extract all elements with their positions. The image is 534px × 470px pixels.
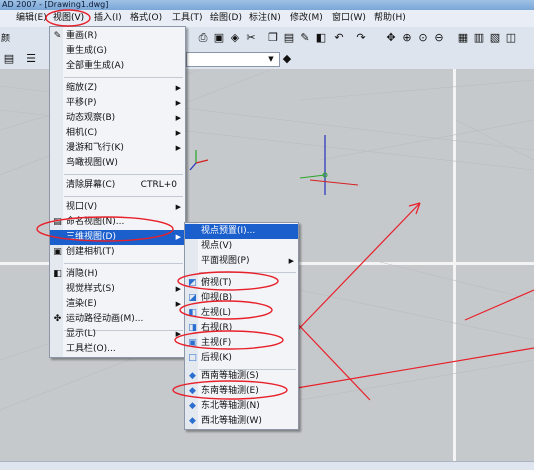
menu-item-back[interactable]: □ 后视(K) — [185, 351, 298, 366]
named-views-icon: ▤ — [53, 217, 62, 227]
left-view-icon: ◧ — [188, 308, 197, 318]
submenu-arrow-icon: ▶ — [288, 257, 294, 265]
menu-item-clean-screen[interactable]: 清除屏幕(C) CTRL+0 — [50, 178, 185, 193]
submenu-arrow-icon: ▶ — [175, 300, 181, 308]
menu-separator — [199, 272, 296, 273]
camera-icon: ▣ — [53, 247, 62, 257]
view-menu: ✎ 重画(R) 重生成(G) 全部重生成(A) 缩放(Z) ▶ 平移(P) ▶ 动态… — [49, 26, 186, 358]
menu-separator — [64, 174, 183, 175]
submenu-arrow-icon: ▶ — [175, 129, 181, 137]
motion-path-icon: ✤ — [53, 314, 62, 324]
menu-item-viewpoint-presets[interactable]: 视点预置(I)... — [185, 224, 298, 239]
menu-item-3d-views[interactable]: 三维视图(D) ▶ — [50, 230, 185, 245]
menu-item-walk-fly[interactable]: 漫游和飞行(K) ▶ — [50, 141, 185, 156]
menu-item-top[interactable]: ◩ 俯视(T) — [185, 276, 298, 291]
front-view-icon: ▣ — [188, 338, 197, 348]
menu-item-motion-path[interactable]: ✤ 运动路径动画(M)... — [50, 312, 185, 327]
sw-iso-icon: ◆ — [189, 371, 196, 381]
top-view-icon: ◩ — [188, 278, 197, 288]
menu-item-viewports[interactable]: 视口(V) ▶ — [50, 200, 185, 215]
nw-iso-icon: ◆ — [189, 416, 196, 426]
right-view-icon: ◨ — [188, 323, 197, 333]
back-view-icon: □ — [188, 353, 197, 363]
menu-item-render[interactable]: 渲染(E) ▶ — [50, 297, 185, 312]
menu-item-plan-view[interactable]: 平面视图(P) ▶ — [185, 254, 298, 269]
menu-item-viewpoint[interactable]: 视点(V) — [185, 239, 298, 254]
menu-item-bottom[interactable]: ◪ 仰视(B) — [185, 291, 298, 306]
menu-item-toolbars[interactable]: 工具栏(O)... — [50, 342, 185, 357]
menu-item-regen[interactable]: 重生成(G) — [50, 44, 185, 59]
menu-separator — [64, 77, 183, 78]
submenu-arrow-icon: ▶ — [175, 114, 181, 122]
annotation-arrows — [271, 202, 534, 401]
submenu-arrow-icon: ▶ — [175, 285, 181, 293]
ne-iso-icon: ◆ — [189, 401, 196, 411]
menu-item-zoom[interactable]: 缩放(Z) ▶ — [50, 81, 185, 96]
submenu-arrow-icon: ▶ — [175, 233, 181, 241]
ucs-icon-small — [189, 150, 209, 171]
menu-item-create-camera[interactable]: ▣ 创建相机(T) — [50, 245, 185, 260]
menu-item-aerial-view[interactable]: 鸟瞰视图(W) — [50, 156, 185, 171]
menu-separator — [64, 263, 183, 264]
submenu-arrow-icon: ▶ — [175, 84, 181, 92]
menu-separator — [64, 196, 183, 197]
menu-item-redraw[interactable]: ✎ 重画(R) — [50, 29, 185, 44]
submenu-arrow-icon: ▶ — [175, 203, 181, 211]
se-iso-icon: ◆ — [189, 386, 196, 396]
menu-item-display[interactable]: 显示(L) ▶ — [50, 327, 185, 342]
menu-item-camera[interactable]: 相机(C) ▶ — [50, 126, 185, 141]
3d-views-submenu: 视点预置(I)... 视点(V) 平面视图(P) ▶ ◩ 俯视(T) ◪ 仰视(B… — [184, 222, 299, 430]
menu-item-named-views[interactable]: ▤ 命名视图(N)... — [50, 215, 185, 230]
menu-item-right[interactable]: ◨ 右视(R) — [185, 321, 298, 336]
hide-icon: ◧ — [53, 269, 62, 279]
menu-item-hide[interactable]: ◧ 消隐(H) — [50, 267, 185, 282]
submenu-arrow-icon: ▶ — [175, 330, 181, 338]
menu-item-left[interactable]: ◧ 左视(L) — [185, 306, 298, 321]
menu-item-orbit[interactable]: 动态观察(B) ▶ — [50, 111, 185, 126]
menu-item-se-iso[interactable]: ◆ 东南等轴测(E) — [185, 384, 298, 399]
menu-item-sw-iso[interactable]: ◆ 西南等轴测(S) — [185, 369, 298, 384]
bottom-view-icon: ◪ — [188, 293, 197, 303]
menu-item-front[interactable]: ▣ 主视(F) — [185, 336, 298, 351]
submenu-arrow-icon: ▶ — [175, 144, 181, 152]
submenu-arrow-icon: ▶ — [175, 99, 181, 107]
axis-cross — [299, 135, 359, 195]
pencil-icon: ✎ — [53, 31, 62, 41]
menu-item-ne-iso[interactable]: ◆ 东北等轴测(N) — [185, 399, 298, 414]
menu-item-regen-all[interactable]: 全部重生成(A) — [50, 59, 185, 74]
menu-item-visual-styles[interactable]: 视觉样式(S) ▶ — [50, 282, 185, 297]
menu-item-nw-iso[interactable]: ◆ 西北等轴测(W) — [185, 414, 298, 429]
menu-item-pan[interactable]: 平移(P) ▶ — [50, 96, 185, 111]
